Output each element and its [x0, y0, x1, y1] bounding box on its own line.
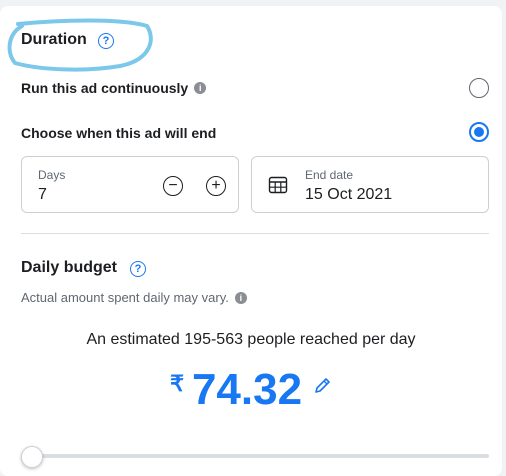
- budget-amount-row: ₹ 74.32: [0, 364, 502, 416]
- radio-run-continuously[interactable]: [469, 78, 489, 98]
- reach-estimate: An estimated 195-563 people reached per …: [86, 331, 416, 348]
- budget-note: Actual amount spent daily may vary. i: [21, 290, 247, 305]
- calendar-icon[interactable]: [268, 175, 288, 195]
- currency-symbol: ₹: [169, 371, 184, 396]
- radio-choose-end[interactable]: [469, 122, 489, 142]
- edit-pencil-icon[interactable]: [312, 376, 332, 396]
- info-icon[interactable]: i: [234, 291, 247, 304]
- section-divider: [21, 233, 489, 234]
- option-choose-end-label: Choose when this ad will end: [21, 125, 217, 141]
- budget-amount[interactable]: 74.32: [192, 364, 302, 416]
- budget-slider[interactable]: [21, 446, 489, 468]
- slider-track[interactable]: [21, 454, 489, 458]
- days-value[interactable]: 7: [38, 186, 47, 204]
- decrement-days-button[interactable]: −: [163, 176, 183, 196]
- increment-days-button[interactable]: +: [206, 176, 226, 196]
- ad-settings-card: Duration ? Run this ad continuously i Ch…: [0, 6, 502, 476]
- daily-budget-help-icon[interactable]: ?: [130, 261, 146, 277]
- end-date-label: End date: [305, 168, 354, 182]
- end-date-value[interactable]: 15 Oct 2021: [305, 186, 392, 204]
- option-run-continuously-label: Run this ad continuously: [21, 80, 189, 96]
- budget-note-text: Actual amount spent daily may vary.: [21, 290, 229, 305]
- option-run-continuously: Run this ad continuously i: [21, 80, 207, 96]
- option-choose-end: Choose when this ad will end: [21, 125, 216, 141]
- days-field[interactable]: Days 7 − +: [21, 156, 239, 213]
- daily-budget-title: Daily budget: [21, 259, 118, 276]
- slider-thumb[interactable]: [21, 446, 43, 468]
- annotation-highlight-scribble: [7, 18, 153, 72]
- info-icon[interactable]: i: [194, 82, 207, 94]
- end-date-field[interactable]: End date 15 Oct 2021: [251, 156, 489, 213]
- days-label: Days: [38, 168, 66, 182]
